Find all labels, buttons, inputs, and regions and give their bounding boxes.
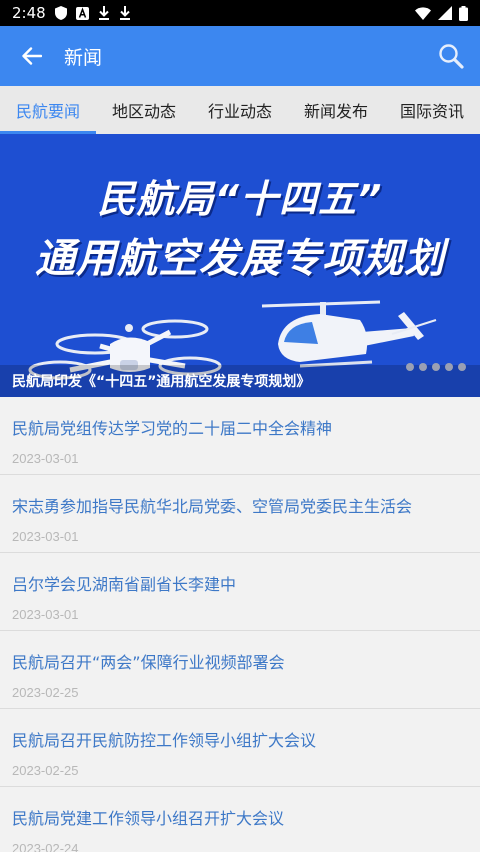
page-title: 新闻 [64,46,103,69]
battery-icon [459,5,468,21]
news-list-item[interactable]: 民航局党建工作领导小组召开扩大会议 2023-02-24 [0,787,480,852]
carousel-dot[interactable] [406,363,414,371]
helicopter-illustration [261,300,437,368]
news-list-item[interactable]: 民航局召开“两会”保障行业视频部署会 2023-02-25 [0,631,480,709]
news-list-item[interactable]: 民航局党组传达学习党的二十届二中全会精神 2023-03-01 [0,397,480,475]
tab-industry[interactable]: 行业动态 [192,86,288,134]
news-date: 2023-03-01 [12,451,79,466]
news-title: 民航局召开民航防控工作领导小组扩大会议 [12,731,317,750]
news-list-item[interactable]: 吕尔学会见湖南省副省长李建中 2023-03-01 [0,553,480,631]
news-date: 2023-03-01 [12,607,79,622]
banner-headline-2: 通用航空发展专项规划 [35,236,445,282]
search-icon [439,44,464,69]
tab-regional[interactable]: 地区动态 [96,86,192,134]
signal-icon [438,6,452,20]
carousel-dot[interactable] [458,363,466,371]
back-button[interactable] [16,40,48,72]
carousel-dot[interactable] [432,363,440,371]
news-title: 民航局党组传达学习党的二十届二中全会精神 [12,419,333,438]
search-button[interactable] [434,39,468,73]
shield-icon [54,6,67,20]
arrow-left-icon [22,47,42,65]
download-icon [119,6,131,20]
news-date: 2023-02-24 [12,841,79,852]
news-title: 吕尔学会见湖南省副省长李建中 [12,575,237,594]
news-list-item[interactable]: 宋志勇参加指导民航华北局党委、空管局党委民主生活会 2023-03-01 [0,475,480,553]
app-bar: 新闻 [0,26,480,86]
tab-press-release[interactable]: 新闻发布 [288,86,384,134]
carousel-dot[interactable] [419,363,427,371]
download-icon [98,6,110,20]
news-title: 宋志勇参加指导民航华北局党委、空管局党委民主生活会 [12,497,413,516]
category-tabs: 民航要闻 地区动态 行业动态 新闻发布 国际资讯 [0,86,480,134]
news-date: 2023-02-25 [12,763,79,778]
banner-carousel[interactable]: 民航局“十四五” 通用航空发展专项规划 民航局印发《“十四五”通用航空发展专项规… [0,134,480,397]
carousel-indicator [406,363,466,371]
a-box-icon [75,6,89,20]
news-title: 民航局党建工作领导小组召开扩大会议 [12,809,285,828]
carousel-dot[interactable] [445,363,453,371]
wifi-icon [415,6,431,20]
news-date: 2023-03-01 [12,529,79,544]
news-date: 2023-02-25 [12,685,79,700]
tab-minhang-news[interactable]: 民航要闻 [0,86,96,134]
banner-headline-1: 民航局“十四五” [97,177,383,221]
status-bar: 2:48 [0,0,480,26]
status-time: 2:48 [12,4,46,22]
news-list: 民航局党组传达学习党的二十届二中全会精神 2023-03-01 宋志勇参加指导民… [0,397,480,852]
tab-international[interactable]: 国际资讯 [384,86,480,134]
news-list-item[interactable]: 民航局召开民航防控工作领导小组扩大会议 2023-02-25 [0,709,480,787]
news-title: 民航局召开“两会”保障行业视频部署会 [12,653,285,672]
